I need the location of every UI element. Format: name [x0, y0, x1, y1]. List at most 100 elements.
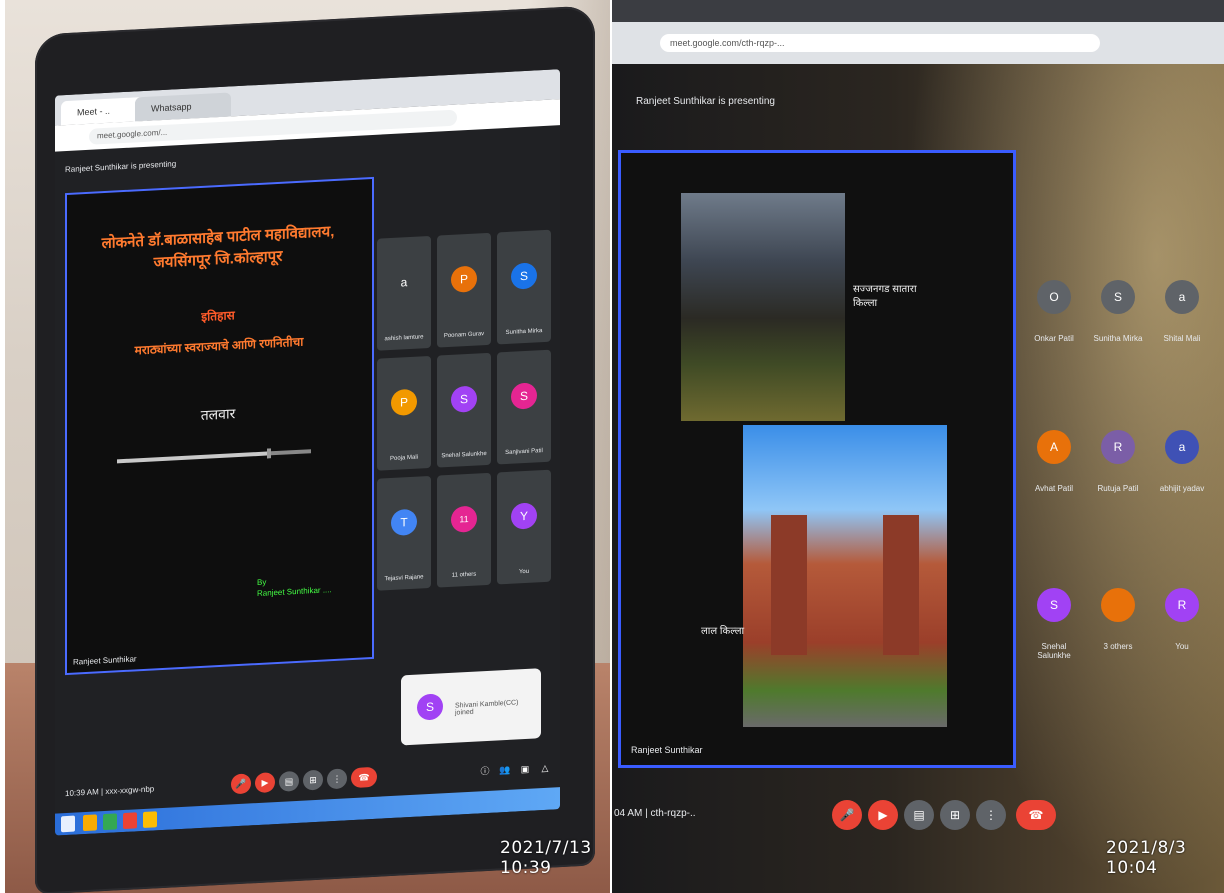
- fort-label-1-line-1: सज्जनगड सातारा: [853, 284, 917, 295]
- avatar: S: [511, 382, 537, 410]
- start-icon[interactable]: [61, 815, 75, 833]
- participant-name: Snehal Salunkhe: [1037, 642, 1071, 660]
- participant-name: Tejasvi Rajane: [384, 574, 424, 583]
- slide-title: लोकनेते डॉ.बाळासाहेब पाटील महाविद्यालय, …: [93, 221, 343, 278]
- participant-name: Sunitha Mirka: [505, 328, 543, 337]
- info-icon[interactable]: ⓘ: [475, 761, 495, 782]
- participant-name: You: [1175, 642, 1189, 651]
- photo-collage: Meet - .. Whatsapp meet.google.com/... R…: [0, 0, 1224, 893]
- participant-name: Poonam Gurav: [443, 331, 485, 340]
- more-options-button[interactable]: ⋮: [327, 768, 347, 790]
- participant-tile[interactable]: P Poonam Gurav: [437, 232, 491, 348]
- photo-timestamp: 2021/8/3 10:04: [1106, 838, 1187, 878]
- avatar: P: [451, 265, 477, 293]
- participant-tile[interactable]: Y You: [497, 469, 551, 585]
- avatar: a: [1165, 430, 1199, 464]
- app-icon[interactable]: [143, 811, 157, 829]
- participant-tile[interactable]: S Sunitha Mirka: [497, 229, 551, 345]
- presenter-caption: Ranjeet Sunthikar: [631, 745, 703, 755]
- fort-tower: [771, 515, 807, 655]
- presentation-frame: सज्जनगड सातारा किल्ला लाल किल्ला Ranjeet…: [618, 150, 1016, 768]
- app-icon[interactable]: [103, 813, 117, 831]
- avatar: a: [391, 268, 417, 297]
- activities-icon[interactable]: △: [535, 757, 555, 778]
- presenting-label: Ranjeet Sunthikar is presenting: [636, 96, 775, 107]
- end-call-button[interactable]: ☎: [1016, 800, 1056, 830]
- presenting-label: Ranjeet Sunthikar is presenting: [65, 159, 177, 175]
- chrome-icon[interactable]: [123, 812, 137, 830]
- fort-image-red-fort: [743, 425, 947, 727]
- participant-name: Sunitha Mirka: [1093, 334, 1143, 343]
- participant-name: Avhat Patil: [1034, 484, 1074, 493]
- address-bar[interactable]: meet.google.com/cth-rqzp-...: [660, 34, 1100, 52]
- participant-tile[interactable]: a abhijit yadav: [1152, 430, 1212, 493]
- fort-label-2: लाल किल्ला: [701, 626, 745, 637]
- captions-button[interactable]: ▤: [279, 770, 299, 792]
- present-button[interactable]: ⊞: [940, 800, 970, 830]
- participant-tile[interactable]: P Pooja Mali: [377, 355, 431, 471]
- sword-image: [117, 448, 311, 464]
- avatar: Y: [511, 502, 537, 530]
- more-options-button[interactable]: ⋮: [976, 800, 1006, 830]
- participant-name: 11 others: [451, 571, 477, 579]
- avatar: R: [1101, 430, 1135, 464]
- avatar: R: [1165, 588, 1199, 622]
- avatar: S: [417, 693, 443, 721]
- mic-off-button[interactable]: 🎤: [832, 800, 862, 830]
- participant-tile[interactable]: 11 11 others: [437, 472, 491, 588]
- avatar: O: [1037, 280, 1071, 314]
- end-call-button[interactable]: ☎: [351, 766, 377, 789]
- laptop: Meet - .. Whatsapp meet.google.com/... R…: [35, 5, 595, 893]
- participant-tile[interactable]: R You: [1152, 588, 1212, 651]
- participant-tile[interactable]: S Snehal Salunkhe: [1024, 588, 1084, 660]
- mic-off-button[interactable]: 🎤: [231, 773, 251, 795]
- slide-author: By Ranjeet Sunthikar ....: [257, 573, 332, 599]
- participant-tile[interactable]: A Avhat Patil: [1024, 430, 1084, 493]
- participant-tile[interactable]: R Rutuja Patil: [1088, 430, 1148, 493]
- present-button[interactable]: ⊞: [303, 769, 323, 791]
- participant-tile[interactable]: O Onkar Patil: [1024, 280, 1084, 343]
- people-icon[interactable]: 👥: [495, 760, 515, 781]
- avatar: A: [1037, 430, 1071, 464]
- avatar: S: [1037, 588, 1071, 622]
- captions-button[interactable]: ▤: [904, 800, 934, 830]
- participant-tile[interactable]: S Sanjivani Patil: [497, 349, 551, 465]
- participant-name: Shital Mali: [1163, 334, 1201, 343]
- participant-name: Rutuja Patil: [1097, 484, 1139, 493]
- camera-off-button[interactable]: ▶: [868, 800, 898, 830]
- participant-grid: a ashish lamture P Poonam Gurav S Sunith…: [377, 229, 552, 599]
- participant-name: 3 others: [1103, 642, 1133, 651]
- right-photo: meet.google.com/cth-rqzp-... Ranjeet Sun…: [612, 0, 1224, 893]
- presentation-frame: लोकनेते डॉ.बाळासाहेब पाटील महाविद्यालय, …: [65, 176, 374, 676]
- explorer-icon[interactable]: [83, 814, 97, 832]
- avatar: T: [391, 508, 417, 537]
- avatar: [1101, 588, 1135, 622]
- participant-tile[interactable]: a ashish lamture: [377, 235, 431, 351]
- participant-name: Sanjivani Patil: [505, 448, 543, 457]
- avatar: 11: [451, 505, 477, 533]
- left-photo: Meet - .. Whatsapp meet.google.com/... R…: [5, 0, 610, 893]
- fort-tower: [883, 515, 919, 655]
- presenter-caption: Ranjeet Sunthikar: [73, 654, 137, 667]
- avatar: S: [1101, 280, 1135, 314]
- participant-name: abhijit yadav: [1159, 484, 1205, 493]
- meeting-time: 04 AM | cth-rqzp-..: [614, 808, 696, 819]
- slide-subject: इतिहास: [201, 308, 235, 324]
- avatar: S: [511, 262, 537, 290]
- participant-tile[interactable]: T Tejasvi Rajane: [377, 475, 431, 591]
- slide-line: मराठ्यांच्या स्वराज्याचे आणि रणनितीचा: [134, 334, 304, 358]
- meeting-time: 10:39 AM | xxx-xxgw-nbp: [65, 784, 155, 799]
- fort-label-1-line-2: किल्ला: [853, 298, 878, 309]
- chat-icon[interactable]: ▣: [515, 758, 535, 779]
- avatar: S: [451, 385, 477, 413]
- participant-tile[interactable]: S Sunitha Mirka: [1088, 280, 1148, 343]
- participant-name: You: [518, 568, 530, 576]
- join-notification[interactable]: S Shivani Kamble(CC) joined: [401, 668, 541, 746]
- avatar: a: [1165, 280, 1199, 314]
- participant-tile[interactable]: a Shital Mali: [1152, 280, 1212, 343]
- participant-name: Snehal Salunkhe: [441, 451, 487, 460]
- camera-off-button[interactable]: ▶: [255, 772, 275, 794]
- participant-tile[interactable]: S Snehal Salunkhe: [437, 352, 491, 468]
- participant-tile[interactable]: 3 others: [1088, 588, 1148, 651]
- avatar: P: [391, 388, 417, 417]
